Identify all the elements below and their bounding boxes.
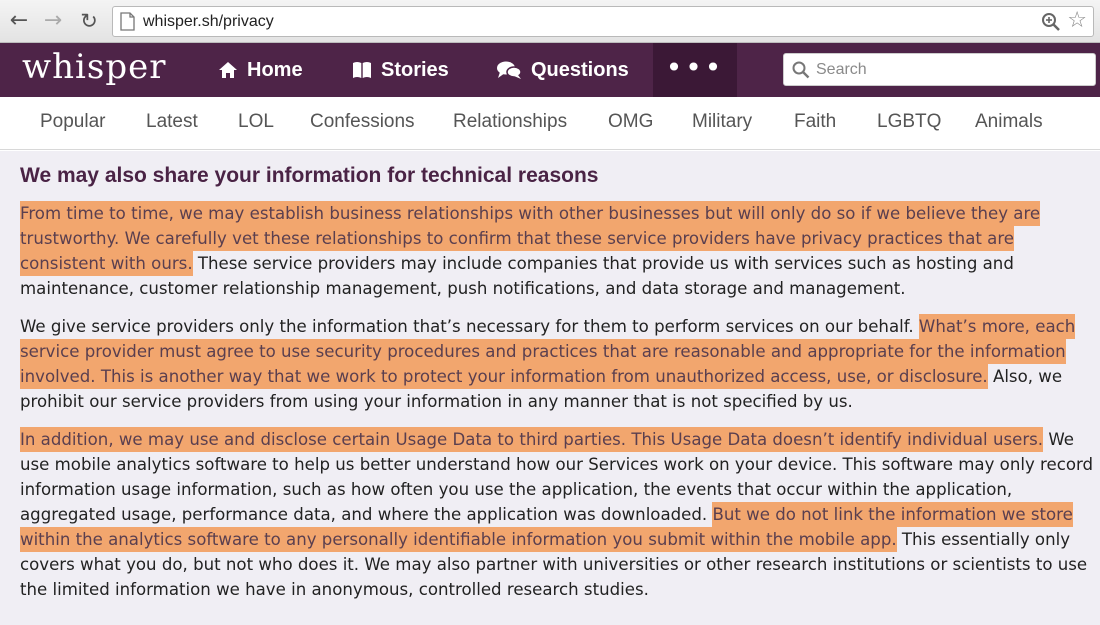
category-confessions[interactable]: Confessions: [310, 111, 415, 133]
browser-toolbar: ← → ↻ whisper.sh/privacy ☆: [0, 0, 1100, 43]
nav-questions-label: Questions: [531, 58, 629, 81]
privacy-content: We may also share your information for t…: [0, 151, 1100, 625]
highlighted-text: In addition, we may use and disclose cer…: [20, 427, 1044, 452]
category-faith[interactable]: Faith: [794, 111, 836, 133]
category-bar: Popular Latest LOL Confessions Relations…: [0, 97, 1100, 150]
page-icon: [120, 12, 135, 31]
nav-questions[interactable]: Questions: [496, 43, 629, 97]
reload-icon[interactable]: ↻: [76, 8, 102, 34]
back-arrow-icon[interactable]: ←: [6, 8, 32, 34]
nav-stories[interactable]: Stories: [352, 43, 449, 97]
category-popular[interactable]: Popular: [40, 111, 106, 133]
nav-home-label: Home: [247, 58, 303, 81]
bookmark-star-icon[interactable]: ☆: [1067, 9, 1087, 33]
category-relationships[interactable]: Relationships: [453, 111, 567, 133]
site-logo[interactable]: whisper: [22, 47, 166, 87]
category-omg[interactable]: OMG: [608, 111, 653, 133]
paragraph-usage-data: In addition, we may use and disclose cer…: [20, 427, 1095, 602]
section-heading: We may also share your information for t…: [20, 164, 599, 187]
category-military[interactable]: Military: [692, 111, 752, 133]
paragraph-service-providers: From time to time, we may establish busi…: [20, 201, 1095, 301]
forward-arrow-icon[interactable]: →: [40, 8, 66, 34]
home-icon: [219, 62, 237, 78]
paragraph-security-procedures: We give service providers only the infor…: [20, 314, 1095, 414]
category-latest[interactable]: Latest: [146, 111, 198, 133]
nav-stories-label: Stories: [381, 58, 449, 81]
more-menu-button[interactable]: •••: [653, 43, 737, 97]
search-input[interactable]: [816, 58, 1086, 82]
site-header: whisper Home Stories Questions •••: [0, 43, 1100, 97]
category-animals[interactable]: Animals: [975, 111, 1043, 133]
zoom-icon[interactable]: [1041, 12, 1061, 32]
body-text: We give service providers only the infor…: [20, 317, 919, 336]
search-box[interactable]: [783, 53, 1096, 86]
search-icon: [792, 61, 810, 79]
chat-bubbles-icon: [497, 61, 522, 79]
nav-home[interactable]: Home: [218, 43, 303, 97]
category-lol[interactable]: LOL: [238, 111, 274, 133]
category-lgbtq[interactable]: LGBTQ: [877, 111, 941, 133]
url-text[interactable]: whisper.sh/privacy: [143, 13, 274, 31]
address-bar[interactable]: whisper.sh/privacy ☆: [112, 6, 1094, 37]
book-icon: [353, 62, 371, 78]
